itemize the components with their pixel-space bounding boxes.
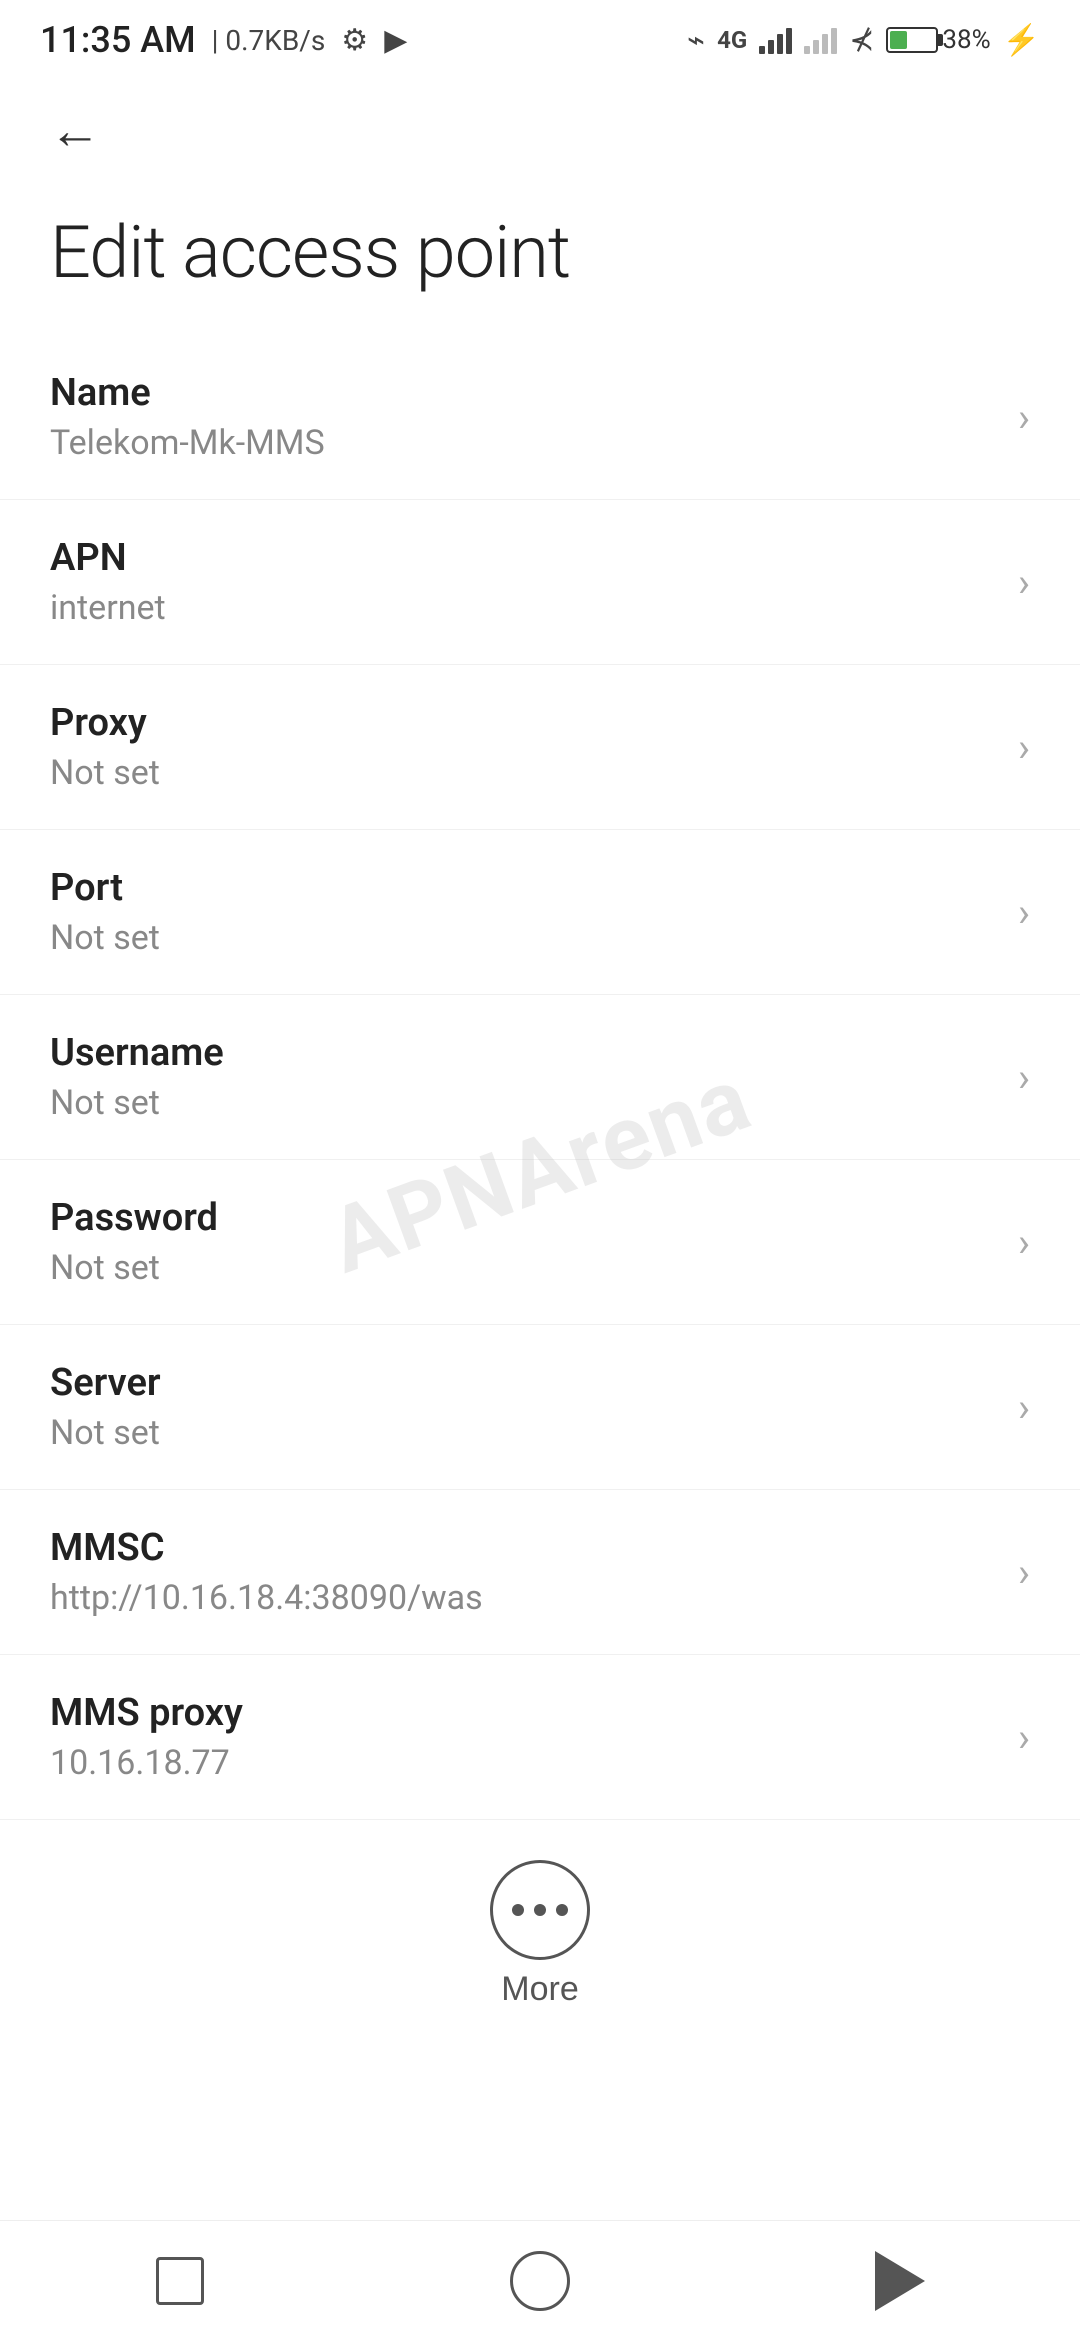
back-icon [875,2251,925,2311]
settings-label: Password [50,1196,998,1240]
nav-back-button[interactable] [850,2241,950,2321]
settings-value: 10.16.18.77 [50,1743,998,1783]
settings-item-content: MMS proxy 10.16.18.77 [50,1691,998,1783]
nav-home-button[interactable] [490,2241,590,2321]
status-speed: | 0.7KB/s [212,24,326,57]
settings-item-mms-proxy[interactable]: MMS proxy 10.16.18.77 › [0,1655,1080,1820]
settings-value: Telekom-Mk-MMS [50,423,998,463]
home-icon [510,2251,570,2311]
charging-icon: ⚡ [1003,23,1040,58]
settings-value: Not set [50,1413,998,1453]
status-bar: 11:35 AM | 0.7KB/s ⚙ ▶ ⌁ 4G ⊀ 38% ⚡ [0,0,1080,80]
bluetooth-icon: ⌁ [687,23,705,58]
camera-icon: ▶ [384,23,407,58]
chevron-right-icon: › [1018,889,1030,936]
back-button[interactable]: ← [40,95,110,165]
wifi-icon: ⊀ [849,23,874,58]
more-button[interactable]: More [490,1860,590,2009]
signal-bars-1 [759,26,792,54]
network-4g-icon: 4G [717,26,747,54]
settings-label: Port [50,866,998,910]
chevron-right-icon: › [1018,559,1030,606]
settings-label: APN [50,536,998,580]
settings-label: MMSC [50,1526,998,1570]
settings-item-mmsc[interactable]: MMSC http://10.16.18.4:38090/was › [0,1490,1080,1655]
top-bar: ← [0,80,1080,180]
settings-item-proxy[interactable]: Proxy Not set › [0,665,1080,830]
chevron-right-icon: › [1018,1714,1030,1761]
settings-item-password[interactable]: Password Not set › [0,1160,1080,1325]
settings-item-content: Server Not set [50,1361,998,1453]
settings-item-content: Password Not set [50,1196,998,1288]
settings-item-server[interactable]: Server Not set › [0,1325,1080,1490]
settings-list: Name Telekom-Mk-MMS › APN internet › Pro… [0,335,1080,1820]
settings-value: Not set [50,918,998,958]
settings-item-name[interactable]: Name Telekom-Mk-MMS › [0,335,1080,500]
settings-label: Username [50,1031,998,1075]
status-right: ⌁ 4G ⊀ 38% ⚡ [687,23,1040,58]
signal-bars-2 [804,26,837,54]
bottom-nav [0,2220,1080,2340]
chevron-right-icon: › [1018,1384,1030,1431]
settings-label: MMS proxy [50,1691,998,1735]
battery: 38% [886,25,990,55]
back-arrow-icon: ← [49,100,101,161]
chevron-right-icon: › [1018,1054,1030,1101]
settings-item-content: Username Not set [50,1031,998,1123]
settings-value: http://10.16.18.4:38090/was [50,1578,998,1618]
more-label: More [501,1970,578,2009]
settings-value: internet [50,588,998,628]
chevron-right-icon: › [1018,394,1030,441]
status-time: 11:35 AM [40,19,196,61]
more-dots-icon [512,1904,568,1916]
battery-percent: 38% [942,25,990,55]
settings-item-apn[interactable]: APN internet › [0,500,1080,665]
settings-item-content: Name Telekom-Mk-MMS [50,371,998,463]
settings-item-content: MMSC http://10.16.18.4:38090/was [50,1526,998,1618]
more-circle-icon [490,1860,590,1960]
chevron-right-icon: › [1018,1219,1030,1266]
settings-value: Not set [50,1083,998,1123]
settings-item-content: Port Not set [50,866,998,958]
settings-value: Not set [50,1248,998,1288]
chevron-right-icon: › [1018,1549,1030,1596]
more-section: More [0,1820,1080,2059]
settings-item-username[interactable]: Username Not set › [0,995,1080,1160]
status-left: 11:35 AM | 0.7KB/s ⚙ ▶ [40,19,407,61]
settings-item-content: Proxy Not set [50,701,998,793]
settings-icon: ⚙ [341,23,368,58]
recents-icon [156,2257,204,2305]
settings-item-content: APN internet [50,536,998,628]
chevron-right-icon: › [1018,724,1030,771]
settings-label: Proxy [50,701,998,745]
settings-value: Not set [50,753,998,793]
settings-label: Server [50,1361,998,1405]
page-title: Edit access point [0,180,1080,335]
settings-label: Name [50,371,998,415]
nav-recents-button[interactable] [130,2241,230,2321]
settings-item-port[interactable]: Port Not set › [0,830,1080,995]
